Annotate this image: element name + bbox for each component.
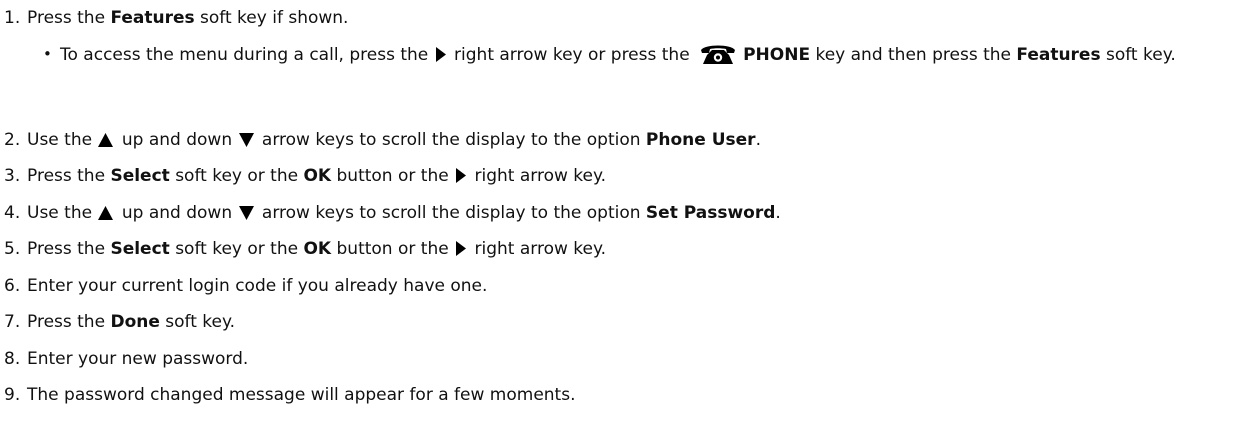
step-number: 2. bbox=[4, 130, 21, 150]
right-arrow-icon bbox=[455, 168, 467, 183]
step-text: right arrow key or press the bbox=[448, 45, 696, 65]
step-number: 8. bbox=[4, 349, 21, 369]
step-6: 6. Enter your current login code if you a… bbox=[4, 275, 1240, 298]
step-8: 8. Enter your new password. bbox=[4, 348, 1240, 371]
step-text: Press the bbox=[27, 166, 111, 186]
step-text: soft key. bbox=[159, 312, 236, 332]
instructions-document: 1. Press the Features soft key if shown. … bbox=[0, 0, 1246, 448]
step-text: soft key. bbox=[1100, 45, 1176, 65]
step-text: arrow keys to scroll the display to the … bbox=[256, 130, 646, 150]
step-text: To access the menu during a call, press … bbox=[60, 45, 434, 65]
step-2: 2. Use the up and down arrow keys to scro… bbox=[4, 129, 1240, 152]
step-number: 5. bbox=[4, 239, 21, 259]
step-text: soft key or the bbox=[169, 166, 304, 186]
step-text: arrow keys to scroll the display to the … bbox=[256, 203, 646, 223]
step-9: 9. The password changed message will appe… bbox=[4, 384, 1240, 407]
step-text: Press the bbox=[27, 312, 111, 332]
step-text: right arrow key. bbox=[469, 166, 607, 186]
step-7: 7. Press the Done soft key. bbox=[4, 311, 1240, 334]
phone-icon bbox=[699, 43, 737, 65]
step-3: 3. Press the Select soft key or the OK bu… bbox=[4, 165, 1240, 188]
step-text: Enter your current login code if you alr… bbox=[27, 276, 488, 296]
step-number: 4. bbox=[4, 203, 21, 223]
select-soft-key-label: Select bbox=[110, 166, 170, 186]
phone-user-option-label: Phone User bbox=[645, 130, 756, 150]
step-1-sub-bullet: • To access the menu during a call, pres… bbox=[43, 43, 1223, 67]
down-arrow-icon bbox=[238, 133, 254, 147]
step-5: 5. Press the Select soft key or the OK bu… bbox=[4, 238, 1240, 261]
step-text: soft key or the bbox=[169, 239, 304, 259]
step-number: 1. bbox=[4, 8, 21, 28]
step-text: . bbox=[775, 203, 781, 223]
right-arrow-icon bbox=[455, 241, 467, 256]
step-1: 1. Press the Features soft key if shown. bbox=[4, 7, 1240, 30]
step-4: 4. Use the up and down arrow keys to scro… bbox=[4, 202, 1240, 225]
bullet-marker: • bbox=[43, 45, 52, 63]
step-number: 3. bbox=[4, 166, 21, 186]
step-text: right arrow key. bbox=[469, 239, 607, 259]
step-number: 9. bbox=[4, 385, 21, 405]
step-text: The password changed message will appear… bbox=[27, 385, 576, 405]
step-text: Enter your new password. bbox=[27, 349, 249, 369]
done-soft-key-label: Done bbox=[110, 312, 160, 332]
up-arrow-icon bbox=[98, 206, 114, 220]
right-arrow-icon bbox=[435, 47, 446, 62]
up-arrow-icon bbox=[98, 133, 114, 147]
step-text: soft key if shown. bbox=[194, 8, 349, 28]
step-text: up and down bbox=[116, 203, 238, 223]
features-soft-key-label: Features bbox=[110, 8, 195, 28]
set-password-option-label: Set Password bbox=[645, 203, 776, 223]
features-soft-key-label: Features bbox=[1016, 45, 1101, 65]
sub-bullet-text: To access the menu during a call, press … bbox=[43, 43, 1223, 67]
step-text: Press the bbox=[27, 8, 111, 28]
step-text: Use the bbox=[27, 130, 98, 150]
step-text: button or the bbox=[331, 239, 455, 259]
step-text: button or the bbox=[331, 166, 455, 186]
phone-key-label: PHONE bbox=[743, 45, 811, 65]
ok-button-label: OK bbox=[303, 166, 332, 186]
step-number: 7. bbox=[4, 312, 21, 332]
down-arrow-icon bbox=[238, 206, 254, 220]
step-text: Use the bbox=[27, 203, 98, 223]
ok-button-label: OK bbox=[303, 239, 332, 259]
step-text: Press the bbox=[27, 239, 111, 259]
step-number: 6. bbox=[4, 276, 21, 296]
step-text: up and down bbox=[116, 130, 238, 150]
select-soft-key-label: Select bbox=[110, 239, 170, 259]
step-text: . bbox=[755, 130, 761, 150]
step-text: key and then press the bbox=[810, 45, 1017, 65]
